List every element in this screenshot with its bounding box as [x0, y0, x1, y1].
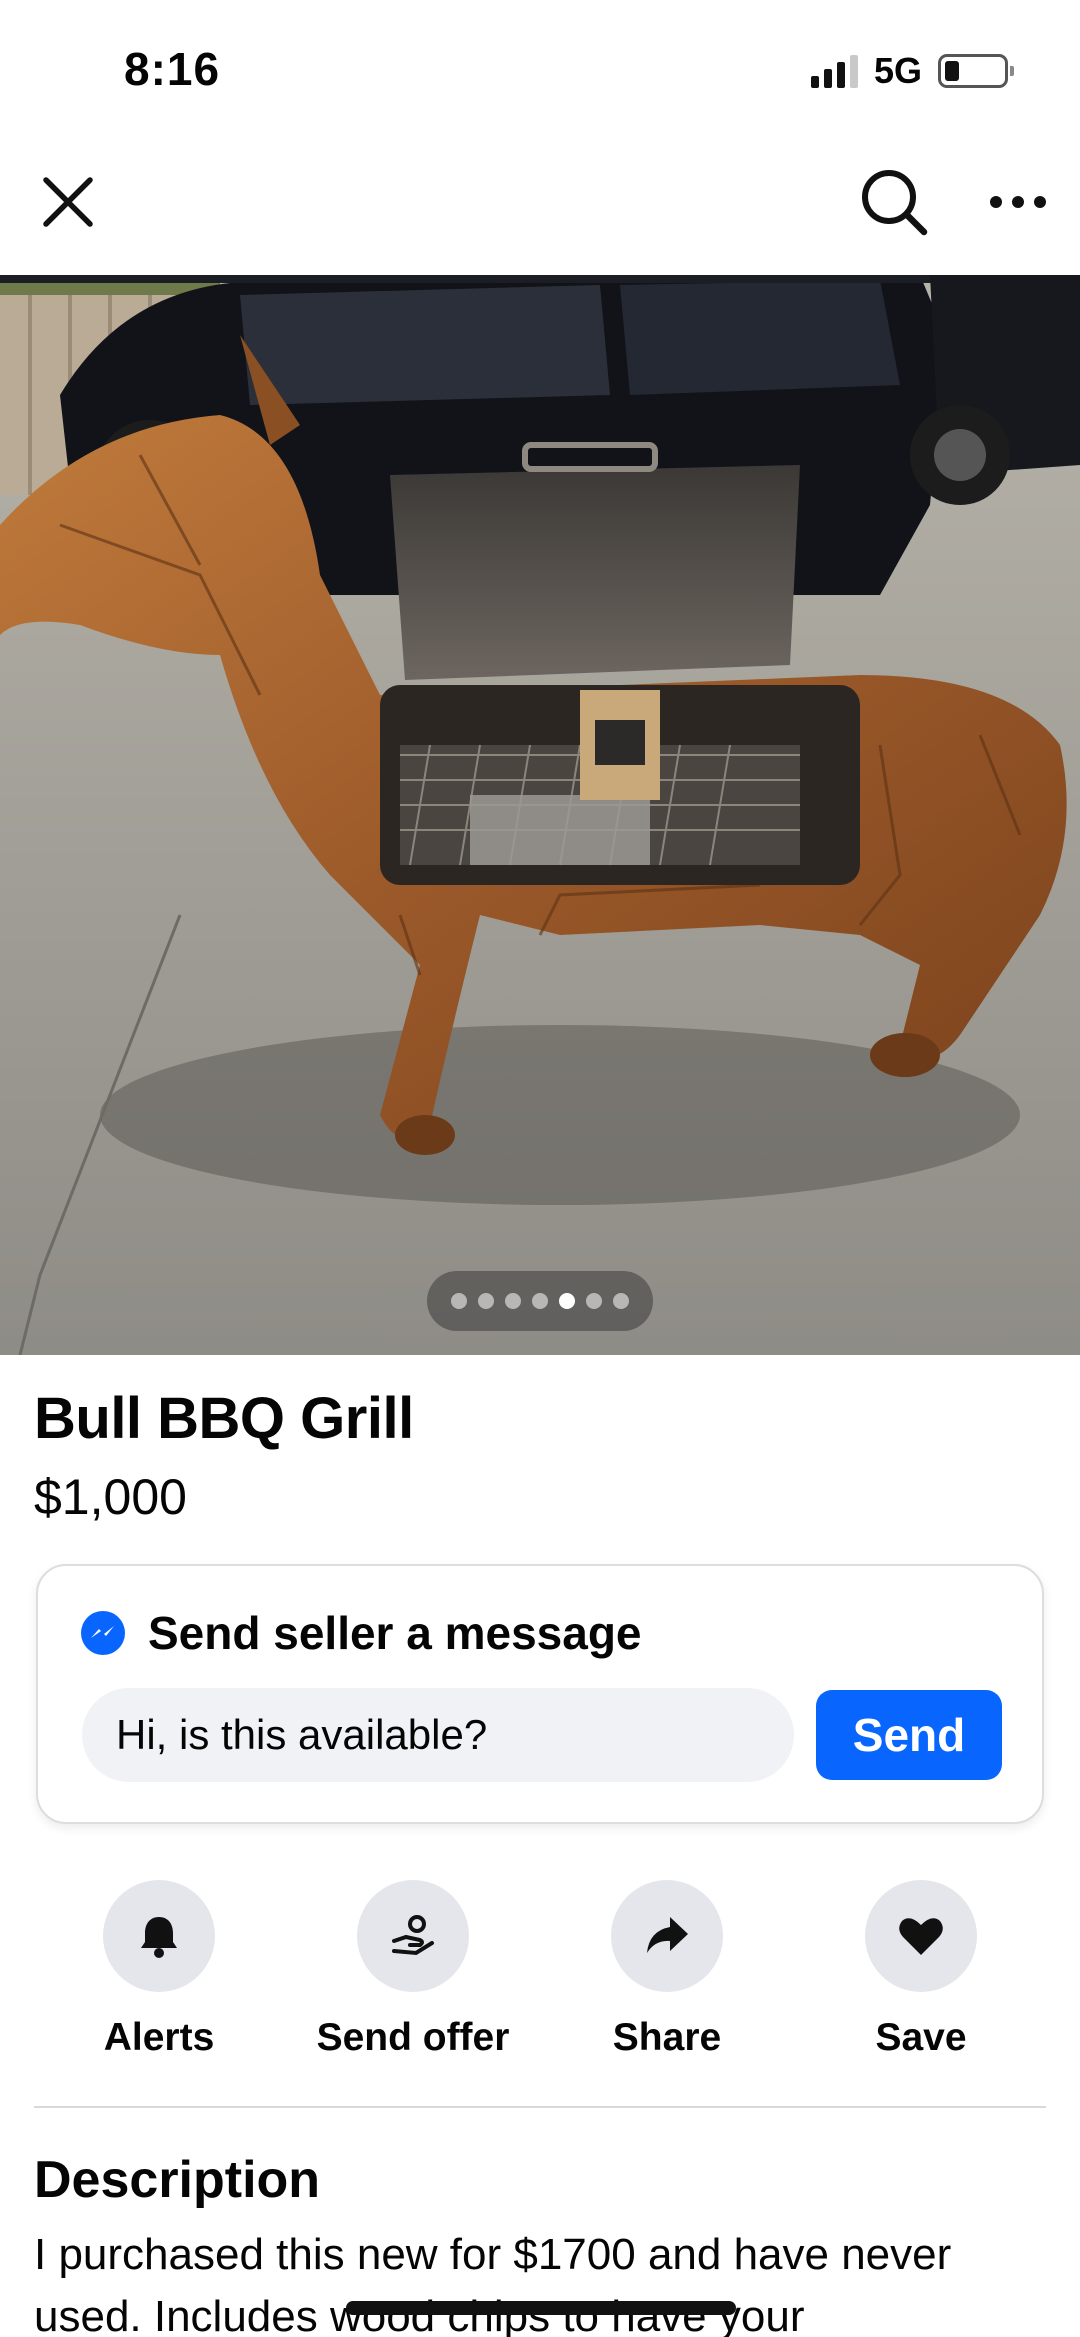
listing-price: $1,000	[34, 1469, 187, 1525]
listing-photo-illustration	[0, 275, 1080, 1355]
home-indicator[interactable]	[346, 2301, 736, 2315]
carousel-dot	[613, 1293, 629, 1309]
message-card-header: Send seller a message	[80, 1606, 642, 1660]
heart-icon	[865, 1880, 977, 1992]
carousel-dot	[586, 1293, 602, 1309]
carousel-dot	[451, 1293, 467, 1309]
listing-title: Bull BBQ Grill	[34, 1386, 414, 1451]
action-bar: Alerts Send offer Share Save	[34, 1880, 1046, 2060]
status-bar: 8:16 5G	[0, 0, 1080, 140]
messenger-icon	[81, 1611, 125, 1655]
carousel-dot	[532, 1293, 548, 1309]
share-icon	[611, 1880, 723, 1992]
description-heading: Description	[34, 2151, 321, 2209]
message-seller-card: Send seller a message Hi, is this availa…	[36, 1564, 1044, 1824]
send-button[interactable]: Send	[816, 1690, 1002, 1780]
search-icon[interactable]	[858, 166, 930, 238]
top-nav	[0, 140, 1080, 275]
offer-icon	[357, 1880, 469, 1992]
send-offer-button[interactable]: Send offer	[298, 1880, 528, 2060]
divider	[34, 2106, 1046, 2108]
carousel-dot	[559, 1293, 575, 1309]
save-button[interactable]: Save	[806, 1880, 1036, 2060]
send-offer-label: Send offer	[316, 2016, 510, 2059]
save-label: Save	[875, 2016, 967, 2059]
close-icon[interactable]	[36, 170, 100, 234]
carousel-dot	[478, 1293, 494, 1309]
status-indicators: 5G	[810, 50, 1014, 92]
bell-icon	[103, 1880, 215, 1992]
carousel-indicator[interactable]	[427, 1271, 653, 1331]
share-button[interactable]: Share	[552, 1880, 782, 2060]
network-type: 5G	[873, 50, 922, 91]
alerts-label: Alerts	[103, 2016, 215, 2059]
alerts-button[interactable]: Alerts	[44, 1880, 274, 2060]
message-card-heading: Send seller a message	[148, 1607, 642, 1659]
share-label: Share	[612, 2016, 722, 2059]
status-time: 8:16	[124, 43, 221, 95]
carousel-dot	[505, 1293, 521, 1309]
description-text: I purchased this new for $1700 and have …	[34, 2230, 952, 2337]
signal-icon	[810, 54, 858, 88]
battery-icon	[938, 54, 1014, 88]
message-input[interactable]: Hi, is this available?	[82, 1688, 794, 1782]
more-horizontal-icon[interactable]	[982, 166, 1054, 238]
listing-photo[interactable]	[0, 275, 1080, 1355]
